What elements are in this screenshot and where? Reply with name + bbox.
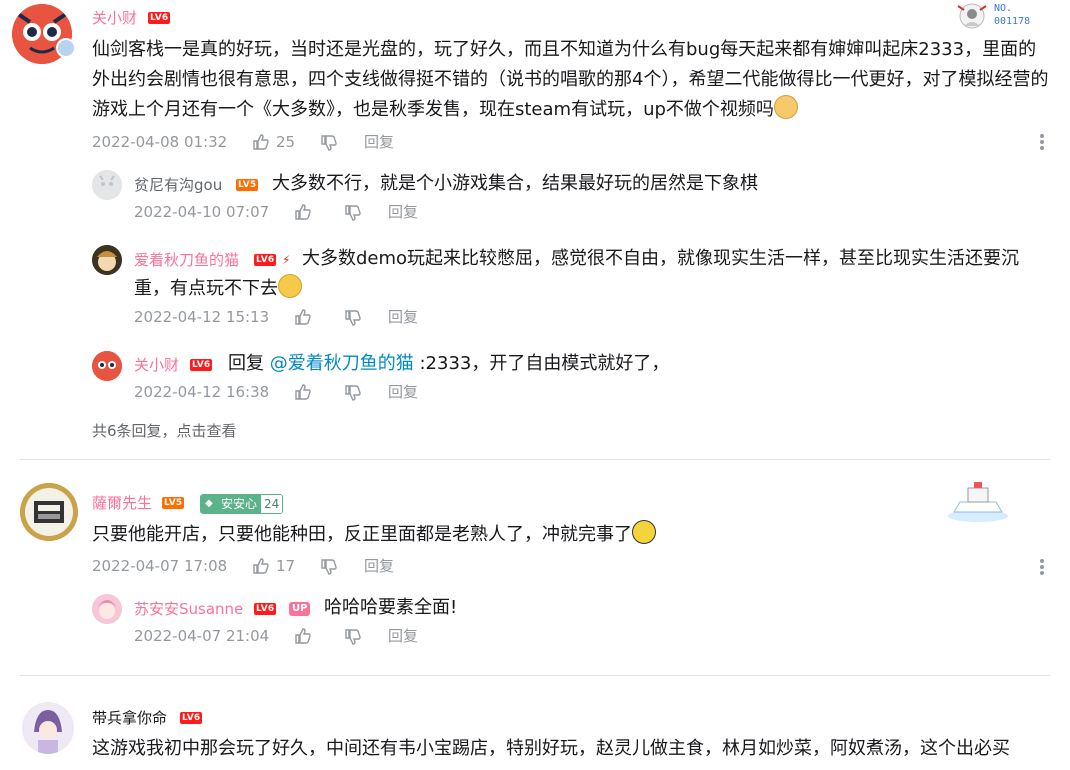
thumbs-down-icon[interactable]	[344, 628, 362, 646]
more-vertical-icon[interactable]	[1034, 557, 1050, 577]
comment-text: 仙剑客栈一是真的好玩，当时还是光盘的，玩了好久，而且不知道为什么有bug每天起来…	[92, 39, 1049, 120]
level-badge: LV6	[148, 12, 171, 24]
username[interactable]: 贫尼有沟gou	[134, 175, 222, 195]
username[interactable]: 带兵拿你命	[92, 708, 167, 728]
username[interactable]: 关小财	[134, 355, 179, 375]
reply-button[interactable]: 回复	[388, 382, 418, 402]
thumbs-up-icon[interactable]	[294, 203, 312, 221]
verified-icon	[56, 38, 76, 58]
shield-icon: ◆	[201, 495, 217, 513]
tired-emoji-icon	[278, 274, 302, 298]
decoration-card[interactable]	[946, 478, 1010, 526]
up-tag: UP	[289, 602, 311, 616]
level-badge: LV6	[254, 254, 277, 266]
avatar[interactable]	[92, 351, 122, 381]
cat-emoji-icon	[773, 95, 798, 119]
thumbs-up-icon[interactable]	[294, 627, 312, 645]
timestamp: 2022-04-07 17:08	[92, 557, 228, 575]
thumbs-up-icon[interactable]	[294, 308, 312, 326]
like-count: 25	[276, 133, 296, 151]
level-badge: LV5	[236, 179, 259, 191]
thumbs-down-icon[interactable]	[344, 309, 362, 327]
thumbs-up-icon[interactable]	[252, 557, 270, 575]
reply-text-line2: 重，有点玩不下去	[134, 274, 302, 304]
reply-text: 大多数不行，就是个小游戏集合，结果最好玩的居然是下象棋	[272, 173, 758, 194]
fan-card-avatar-icon	[957, 3, 987, 29]
avatar[interactable]	[92, 594, 122, 624]
mention-link[interactable]: @爱着秋刀鱼的猫	[270, 353, 414, 374]
more-vertical-icon[interactable]	[1034, 132, 1050, 152]
timestamp: 2022-04-10 07:07	[134, 203, 270, 221]
thumbs-down-icon[interactable]	[320, 558, 338, 576]
lightning-icon: ⚡	[282, 253, 291, 267]
like-count: 17	[276, 557, 296, 575]
thumbs-down-icon[interactable]	[344, 384, 362, 402]
view-more-replies[interactable]: 共6条回复，点击查看	[92, 421, 237, 441]
thumbs-up-icon[interactable]	[252, 133, 270, 151]
thumbs-up-icon[interactable]	[294, 383, 312, 401]
reply-button[interactable]: 回复	[364, 556, 394, 576]
username[interactable]: 苏安安Susanne	[134, 599, 243, 619]
comment-text: 这游戏我初中那会玩了好久，中间还有韦小宝踢店，特别好玩，赵灵儿做主食，林月如炒菜…	[92, 738, 1010, 759]
reply-button[interactable]: 回复	[388, 626, 418, 646]
username[interactable]: 爱着秋刀鱼的猫	[134, 250, 239, 270]
level-badge: LV6	[180, 712, 203, 724]
avatar[interactable]	[92, 245, 122, 275]
fan-medal-name: 安安心	[217, 495, 262, 513]
timestamp: 2022-04-12 15:13	[134, 308, 270, 326]
comment-text: 只要他能开店，只要他能种田，反正里面都是老熟人了，冲就完事了	[92, 520, 1052, 550]
reply-text: 哈哈哈要素全面!	[324, 597, 458, 618]
timestamp: 2022-04-08 01:32	[92, 133, 228, 151]
level-badge: LV6	[190, 359, 213, 371]
fan-medal-level: 24	[261, 495, 283, 513]
username[interactable]: 薩爾先生	[92, 493, 152, 513]
thumbs-down-icon[interactable]	[320, 134, 338, 152]
username[interactable]: 关小财	[92, 8, 137, 28]
level-badge: LV5	[162, 497, 185, 509]
avatar[interactable]	[20, 483, 78, 541]
level-badge: LV6	[254, 603, 277, 615]
avatar[interactable]	[92, 170, 122, 200]
fan-medal[interactable]: ◆ 安安心 24	[200, 494, 284, 514]
reply-button[interactable]: 回复	[364, 132, 394, 152]
fan-card-number: NO. 001178	[994, 3, 1031, 27]
timestamp: 2022-04-07 21:04	[134, 627, 270, 645]
reply-text-line1: 大多数demo玩起来比较憋屈，感觉很不自由，就像现实生活一样，甚至比现实生活还要…	[302, 248, 1020, 269]
avatar[interactable]	[22, 702, 74, 754]
thumbs-down-icon[interactable]	[344, 204, 362, 222]
fan-card-badge[interactable]: NO. 001178	[952, 0, 1062, 32]
sunglasses-emoji-icon	[632, 520, 656, 544]
reply-text: 回复 @爱着秋刀鱼的猫 :2333，开了自由模式就好了，	[228, 353, 670, 374]
reply-button[interactable]: 回复	[388, 202, 418, 222]
timestamp: 2022-04-12 16:38	[134, 383, 270, 401]
reply-button[interactable]: 回复	[388, 307, 418, 327]
divider	[20, 459, 1050, 460]
divider	[20, 675, 1050, 676]
